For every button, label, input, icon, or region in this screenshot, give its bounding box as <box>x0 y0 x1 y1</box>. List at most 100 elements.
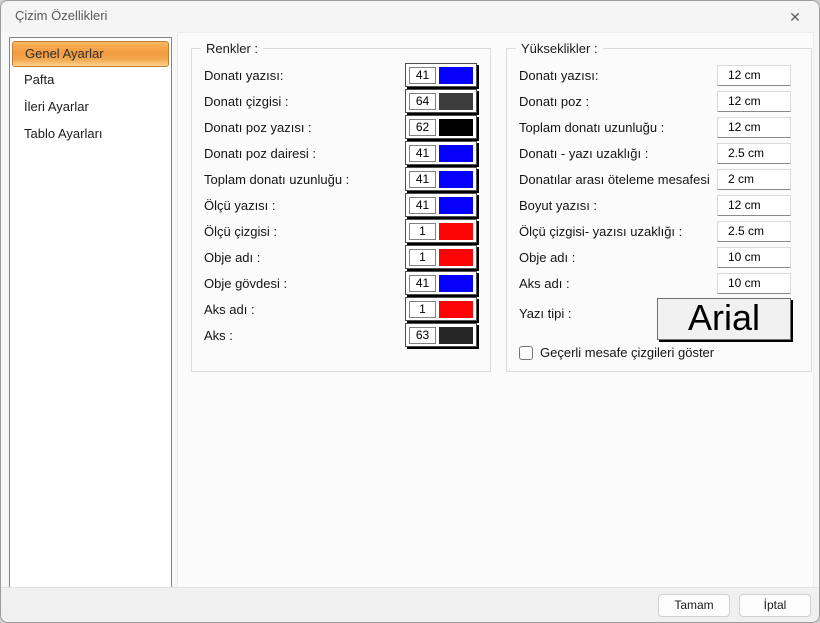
height-row: Donatılar arası öteleme mesafesi <box>519 166 791 192</box>
color-preview <box>439 145 473 162</box>
color-swatch-button[interactable]: 1 <box>405 219 477 243</box>
ok-button[interactable]: Tamam <box>658 594 730 617</box>
color-index-value: 41 <box>409 171 436 188</box>
height-value-input[interactable] <box>717 117 791 138</box>
color-swatch-button[interactable]: 1 <box>405 297 477 321</box>
color-swatch-button[interactable]: 41 <box>405 167 477 191</box>
color-row-label: Aks adı : <box>204 302 405 317</box>
height-row: Boyut yazısı : <box>519 192 791 218</box>
height-row-label: Donatı yazısı: <box>519 68 717 83</box>
color-index-value: 63 <box>409 327 436 344</box>
color-swatch-button[interactable]: 41 <box>405 271 477 295</box>
height-row-label: Toplam donatı uzunluğu : <box>519 120 717 135</box>
heights-rows: Donatı yazısı: Donatı poz : Toplam donat… <box>519 62 791 342</box>
color-row: Donatı çizgisi : 64 <box>204 88 477 114</box>
color-row: Donatı poz yazısı : 62 <box>204 114 477 140</box>
heights-groupbox: Yükseklikler : Donatı yazısı: Donatı poz… <box>506 48 812 372</box>
height-row-label: Obje adı : <box>519 250 717 265</box>
color-swatch-button[interactable]: 41 <box>405 141 477 165</box>
color-row: Aks : 63 <box>204 322 477 348</box>
color-row-label: Obje gövdesi : <box>204 276 405 291</box>
color-preview <box>439 223 473 240</box>
color-swatch-button[interactable]: 63 <box>405 323 477 347</box>
color-swatch-button[interactable]: 1 <box>405 245 477 269</box>
distance-lines-checkbox[interactable] <box>519 346 533 360</box>
height-value-input[interactable] <box>717 273 791 294</box>
color-row: Obje adı : 1 <box>204 244 477 270</box>
sidebar-list: Genel Ayarlar Pafta İleri Ayarlar Tablo … <box>9 37 172 588</box>
heights-group-title: Yükseklikler : <box>516 41 603 56</box>
color-preview <box>439 249 473 266</box>
height-value-input[interactable] <box>717 143 791 164</box>
color-row-label: Aks : <box>204 328 405 343</box>
color-row-label: Obje adı : <box>204 250 405 265</box>
height-row-label: Ölçü çizgisi- yazısı uzaklığı : <box>519 224 717 239</box>
height-value-input[interactable] <box>717 91 791 112</box>
color-row: Aks adı : 1 <box>204 296 477 322</box>
color-row: Donatı poz dairesi : 41 <box>204 140 477 166</box>
colors-group-title: Renkler : <box>201 41 263 56</box>
color-index-value: 41 <box>409 145 436 162</box>
color-row-label: Donatı yazısı: <box>204 68 405 83</box>
colors-groupbox: Renkler : Donatı yazısı: 41 Donatı çizgi… <box>191 48 491 372</box>
color-index-value: 64 <box>409 93 436 110</box>
color-swatch-button[interactable]: 64 <box>405 89 477 113</box>
color-preview <box>439 301 473 318</box>
color-preview <box>439 119 473 136</box>
font-picker-button[interactable]: Arial <box>657 298 791 340</box>
font-row-label: Yazı tipi : <box>519 306 657 321</box>
color-index-value: 1 <box>409 301 436 318</box>
color-preview <box>439 275 473 292</box>
color-index-value: 41 <box>409 197 436 214</box>
height-row-label: Aks adı : <box>519 276 717 291</box>
sidebar-item-genel-ayarlar[interactable]: Genel Ayarlar <box>12 41 169 67</box>
height-row: Donatı poz : <box>519 88 791 114</box>
color-swatch-button[interactable]: 62 <box>405 115 477 139</box>
sidebar-item-pafta[interactable]: Pafta <box>12 68 169 94</box>
footer-bar: Tamam İptal <box>1 587 819 622</box>
cancel-button[interactable]: İptal <box>739 594 811 617</box>
color-index-value: 62 <box>409 119 436 136</box>
height-row-label: Donatı - yazı uzaklığı : <box>519 146 717 161</box>
height-row-label: Boyut yazısı : <box>519 198 717 213</box>
color-row-label: Donatı poz yazısı : <box>204 120 405 135</box>
color-index-value: 41 <box>409 67 436 84</box>
font-row: Yazı tipi : Arial <box>519 296 791 342</box>
height-row-label: Donatı poz : <box>519 94 717 109</box>
color-row-label: Donatı poz dairesi : <box>204 146 405 161</box>
distance-lines-checkbox-label: Geçerli mesafe çizgileri göster <box>540 345 714 360</box>
color-preview <box>439 171 473 188</box>
color-row: Obje gövdesi : 41 <box>204 270 477 296</box>
color-swatch-button[interactable]: 41 <box>405 63 477 87</box>
height-row: Obje adı : <box>519 244 791 270</box>
color-index-value: 41 <box>409 275 436 292</box>
height-row: Toplam donatı uzunluğu : <box>519 114 791 140</box>
height-row: Aks adı : <box>519 270 791 296</box>
height-row: Donatı - yazı uzaklığı : <box>519 140 791 166</box>
height-value-input[interactable] <box>717 247 791 268</box>
dialog-cizim-ozellikleri: Çizim Özellikleri ✕ Genel Ayarlar Pafta … <box>0 0 820 623</box>
sidebar-item-tablo-ayarlari[interactable]: Tablo Ayarları <box>12 122 169 148</box>
color-index-value: 1 <box>409 249 436 266</box>
color-row-label: Ölçü yazısı : <box>204 198 405 213</box>
height-value-input[interactable] <box>717 169 791 190</box>
height-value-input[interactable] <box>717 221 791 242</box>
close-icon[interactable]: ✕ <box>785 7 805 27</box>
color-index-value: 1 <box>409 223 436 240</box>
height-value-input[interactable] <box>717 195 791 216</box>
height-row-label: Donatılar arası öteleme mesafesi <box>519 172 717 187</box>
height-value-input[interactable] <box>717 65 791 86</box>
color-preview <box>439 67 473 84</box>
color-row: Ölçü çizgisi : 1 <box>204 218 477 244</box>
distance-lines-check-row: Geçerli mesafe çizgileri göster <box>519 345 714 360</box>
color-row: Ölçü yazısı : 41 <box>204 192 477 218</box>
sidebar-item-ileri-ayarlar[interactable]: İleri Ayarlar <box>12 95 169 121</box>
color-swatch-button[interactable]: 41 <box>405 193 477 217</box>
color-preview <box>439 197 473 214</box>
colors-rows: Donatı yazısı: 41 Donatı çizgisi : 64 Do… <box>204 62 477 348</box>
color-row-label: Toplam donatı uzunluğu : <box>204 172 405 187</box>
color-row-label: Ölçü çizgisi : <box>204 224 405 239</box>
title-bar: Çizim Özellikleri ✕ <box>1 1 819 31</box>
color-preview <box>439 93 473 110</box>
color-row: Donatı yazısı: 41 <box>204 62 477 88</box>
